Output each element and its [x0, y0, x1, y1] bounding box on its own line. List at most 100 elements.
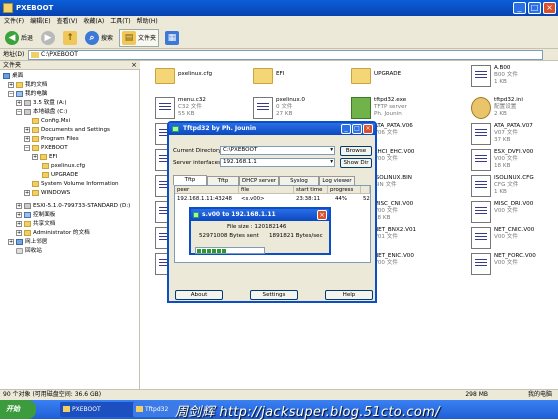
menu-edit[interactable]: 编辑(E)	[30, 16, 50, 27]
address-input[interactable]: C:\PXEBOOT	[28, 50, 543, 60]
tree-item-desktop[interactable]: 桌面	[3, 72, 23, 80]
tree-item-recycle-bin[interactable]: 回收站	[16, 247, 42, 255]
expand-icon[interactable]: +	[16, 221, 22, 227]
row-extra[interactable]: 52	[361, 195, 370, 203]
tree-item-drive-d[interactable]: + ESXI-5.1.0-799733-STANDARD (D:)	[16, 202, 130, 210]
file-item[interactable]: tftpd32.exe TFTP server Ph. Jounin	[351, 97, 441, 119]
expand-icon[interactable]: +	[16, 212, 22, 218]
file-item[interactable]: EFI	[253, 65, 343, 84]
collapse-icon[interactable]: −	[8, 91, 14, 97]
start-button[interactable]: 开始	[0, 400, 36, 419]
file-item[interactable]: ESX_DVFI.V00 V00 文件 18 KB	[471, 149, 558, 171]
column-file[interactable]: file	[239, 186, 294, 194]
expand-icon[interactable]: +	[24, 127, 30, 133]
menu-tools[interactable]: 工具(T)	[110, 16, 130, 27]
column-progress[interactable]: progress	[328, 186, 361, 194]
menu-file[interactable]: 文件(F)	[4, 16, 24, 27]
tree-item-network[interactable]: + 网上邻居	[8, 238, 47, 246]
file-icon	[471, 175, 491, 197]
close-button[interactable]: ×	[363, 124, 373, 134]
expand-icon[interactable]: +	[16, 203, 22, 209]
file-item[interactable]: pxelinux.cfg	[155, 65, 245, 84]
tree-item-documents-settings[interactable]: + Documents and Settings	[24, 126, 110, 134]
window-title: PXEBOOT	[16, 4, 54, 12]
row-peer[interactable]: 192.168.1.11:43248	[175, 195, 232, 203]
tab-syslog-server[interactable]: Syslog server	[279, 176, 319, 192]
back-button[interactable]: ◀ 后退	[3, 29, 35, 47]
tree-item-my-documents[interactable]: + 我的文档	[8, 81, 47, 89]
row-start-time[interactable]: 23:38:11	[294, 195, 320, 203]
tab-log-viewer[interactable]: Log viewer	[319, 176, 355, 185]
file-item[interactable]: MISC_DRI.V00 V00 文件	[471, 201, 558, 223]
row-progress[interactable]: 44%	[333, 195, 347, 203]
settings-button[interactable]: Settings	[250, 290, 298, 300]
file-item[interactable]: UPGRADE	[351, 65, 441, 84]
browse-button[interactable]: Browse	[340, 146, 372, 156]
column-extra[interactable]	[361, 186, 370, 194]
help-button[interactable]: Help	[325, 290, 373, 300]
file-item[interactable]: menu.c32 C32 文件 55 KB	[155, 97, 245, 119]
minimize-button[interactable]: _	[513, 2, 526, 14]
menu-view[interactable]: 查看(V)	[57, 16, 78, 27]
progress-segment	[197, 249, 201, 253]
expand-icon[interactable]: +	[8, 239, 14, 245]
tree-item-admin-docs[interactable]: + Administrator 的文档	[16, 229, 90, 237]
expand-icon[interactable]: +	[32, 154, 38, 160]
file-item[interactable]: ATA_PATA.V07 V07 文件 37 KB	[471, 123, 558, 145]
collapse-icon[interactable]: −	[24, 145, 30, 151]
about-button[interactable]: About	[175, 290, 223, 300]
file-item[interactable]: NET_CNIC.V00 V00 文件	[471, 227, 558, 249]
tree-item-program-files[interactable]: + Program Files	[24, 135, 79, 143]
close-button[interactable]: ×	[317, 210, 327, 220]
search-button[interactable]: ⌕ 搜索	[83, 29, 115, 47]
menu-help[interactable]: 帮助(H)	[137, 16, 158, 27]
tree-item-config-msi[interactable]: Config.Msi	[32, 117, 70, 125]
maximize-button[interactable]: □	[352, 124, 362, 134]
tab-tftp-server[interactable]: Tftp Server	[173, 175, 207, 191]
tree-item-windows[interactable]: + WINDOWS	[24, 189, 70, 197]
collapse-icon[interactable]: −	[16, 109, 22, 115]
tree-item-floppy[interactable]: +3.5 软盘 (A:)	[16, 99, 67, 107]
expand-icon[interactable]: +	[8, 82, 14, 88]
current-dir-select[interactable]: C:\PXEBOOT ▾	[220, 146, 335, 155]
maximize-button[interactable]: □	[528, 2, 541, 14]
tree-item-control-panel[interactable]: + 控制面板	[16, 211, 55, 219]
expand-icon[interactable]: +	[24, 190, 30, 196]
tree-item-shared-docs[interactable]: + 共享文档	[16, 220, 55, 228]
column-start-time[interactable]: start time	[294, 186, 328, 194]
file-item[interactable]: tftpd32.ini 配置设置 2 KB	[471, 97, 558, 119]
file-item[interactable]: NET_FORC.V00 V00 文件	[471, 253, 558, 275]
expand-icon[interactable]: +	[16, 100, 22, 106]
tree-item-upgrade[interactable]: UPGRADE	[42, 171, 78, 179]
up-button[interactable]: ↑	[61, 29, 79, 47]
tree-item-my-computer[interactable]: − 我的电脑	[8, 90, 47, 98]
server-interfaces-select[interactable]: 192.168.1.1 ▾	[220, 158, 335, 167]
folders-button[interactable]: ▤ 文件夹	[119, 28, 160, 47]
menu-favorites[interactable]: 收藏(A)	[83, 16, 104, 27]
forward-button[interactable]: ▶	[39, 29, 57, 47]
close-button[interactable]: ×	[543, 2, 556, 14]
expand-icon[interactable]: +	[24, 136, 30, 142]
file-item[interactable]: ISOLINUX.CFG CFG 文件 1 KB	[471, 175, 558, 197]
show-dir-button[interactable]: Show Dir	[340, 158, 372, 168]
tab-tftp-client[interactable]: Tftp Client	[207, 176, 239, 192]
tree-item-local-disk-c[interactable]: − 本地磁盘 (C:)	[16, 108, 67, 116]
forward-arrow-icon: ▶	[41, 30, 56, 45]
taskbar-item-explorer[interactable]: PXEBOOT	[60, 402, 138, 417]
ini-icon	[471, 97, 491, 119]
file-item[interactable]: A.B00 B00 文件 1 KB	[471, 65, 558, 87]
column-peer[interactable]: peer	[175, 186, 239, 194]
expand-icon[interactable]: +	[16, 230, 22, 236]
tree-item-pxelinux-cfg[interactable]: pxelinux.cfg	[42, 162, 85, 170]
tree-item-efi[interactable]: + EFI	[32, 153, 57, 161]
row-file[interactable]: <s.v00>	[239, 195, 265, 203]
file-name: ISOLINUX.BIN	[374, 175, 412, 181]
tree-item-system-volume[interactable]: System Volume Information	[32, 180, 119, 188]
tree-item-pxeboot[interactable]: − PXEBOOT	[24, 144, 68, 152]
tab-dhcp-server[interactable]: DHCP server	[239, 176, 279, 185]
views-button[interactable]: ▦	[163, 29, 181, 47]
close-icon[interactable]: ×	[131, 61, 137, 70]
minimize-button[interactable]: _	[341, 124, 351, 134]
file-size: Ph. Jounin	[374, 111, 402, 117]
file-item[interactable]: pxelinux.0 0 文件 27 KB	[253, 97, 343, 119]
